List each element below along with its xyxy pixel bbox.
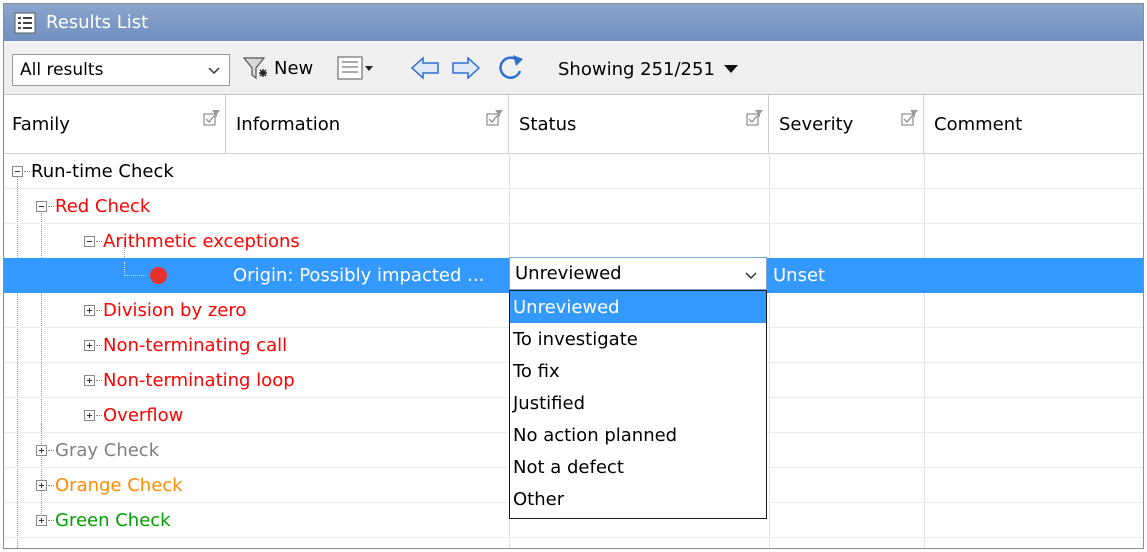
column-header-label: Status [519,113,577,135]
refresh-button[interactable] [494,53,526,83]
list-icon [14,12,36,33]
tree-row-red-check[interactable]: Red Check [4,189,1143,224]
status-option-to-fix[interactable]: To fix [510,355,766,387]
column-filter-icon[interactable] [486,109,504,127]
columns-icon [337,56,373,80]
tree-row-arithmetic-exceptions[interactable]: Arithmetic exceptions [4,224,1143,259]
chevron-down-icon [745,272,757,280]
red-check-status-icon [150,267,167,284]
status-combobox-value: Unreviewed [515,263,622,284]
column-header-comment[interactable]: Comment [924,95,1143,153]
new-filter-label: New [274,57,314,79]
status-dropdown-list: Unreviewed To investigate To fix Justifi… [509,290,767,519]
chevron-down-icon [208,67,220,75]
column-filter-icon[interactable] [901,109,919,127]
window-title: Results List [46,12,149,33]
status-option-to-investigate[interactable]: To investigate [510,323,766,355]
status-combobox[interactable]: Unreviewed [509,257,767,290]
column-header-label: Severity [779,113,854,135]
tree-row-run-time-check[interactable]: Run-time Check [4,154,1143,189]
title-bar: Results List [4,4,1143,41]
showing-count-label: Showing 251/251 [558,58,715,80]
results-filter-select[interactable]: All results [12,54,230,86]
tree-row-partial[interactable] [4,538,1143,548]
column-header-severity[interactable]: Severity [769,95,924,153]
status-option-not-a-defect[interactable]: Not a defect [510,451,766,483]
arrow-left-icon [410,56,439,80]
tree-label: Division by zero [103,300,247,321]
column-header-information[interactable]: Information [226,95,509,153]
expand-icon[interactable] [84,410,95,421]
tree-label: Arithmetic exceptions [103,231,300,252]
new-filter-button[interactable]: New [242,54,313,82]
tree-label: Run-time Check [31,161,174,182]
tree-label: Non-terminating call [103,335,288,356]
column-filter-icon[interactable] [203,109,221,127]
status-option-no-action-planned[interactable]: No action planned [510,419,766,451]
expand-icon[interactable] [36,445,47,456]
collapse-icon[interactable] [36,201,47,212]
caret-down-icon [723,65,738,73]
toolbar: All results New Showing 251/251 [4,41,1143,95]
status-option-unreviewed[interactable]: Unreviewed [510,291,766,323]
expand-icon[interactable] [84,305,95,316]
expand-icon[interactable] [84,375,95,386]
column-header-label: Comment [934,113,1023,135]
filter-new-icon [242,57,267,80]
tree-label: Red Check [55,196,151,217]
expand-icon[interactable] [36,480,47,491]
column-header-status[interactable]: Status [509,95,769,153]
tree-label: Non-terminating loop [103,370,295,391]
next-button[interactable] [450,54,482,82]
column-header-label: Information [236,113,341,135]
collapse-icon[interactable] [12,166,23,177]
column-header-row: Family Information Status Severity Comme… [4,95,1143,154]
status-option-other[interactable]: Other [510,483,766,515]
arrow-right-icon [452,56,481,80]
tree-label: Green Check [55,510,171,531]
tree-label: Gray Check [55,440,160,461]
expand-icon[interactable] [36,515,47,526]
status-option-justified[interactable]: Justified [510,387,766,419]
column-header-label: Family [12,113,70,135]
refresh-icon [499,55,523,79]
column-filter-icon[interactable] [746,109,764,127]
tree-label: Orange Check [55,475,183,496]
expand-icon[interactable] [84,340,95,351]
tree-label: Overflow [103,405,184,426]
collapse-icon[interactable] [84,236,95,247]
showing-count-dropdown[interactable]: Showing 251/251 [558,54,741,84]
result-severity[interactable]: Unset [773,265,825,286]
column-header-family[interactable]: Family [4,95,226,153]
previous-button[interactable] [409,54,441,82]
results-filter-value: All results [20,60,104,80]
result-information: Origin: Possibly impacted ... [233,265,485,286]
results-list-window: Results List All results New Showing 251… [3,3,1144,549]
column-chooser-button[interactable] [337,54,377,82]
